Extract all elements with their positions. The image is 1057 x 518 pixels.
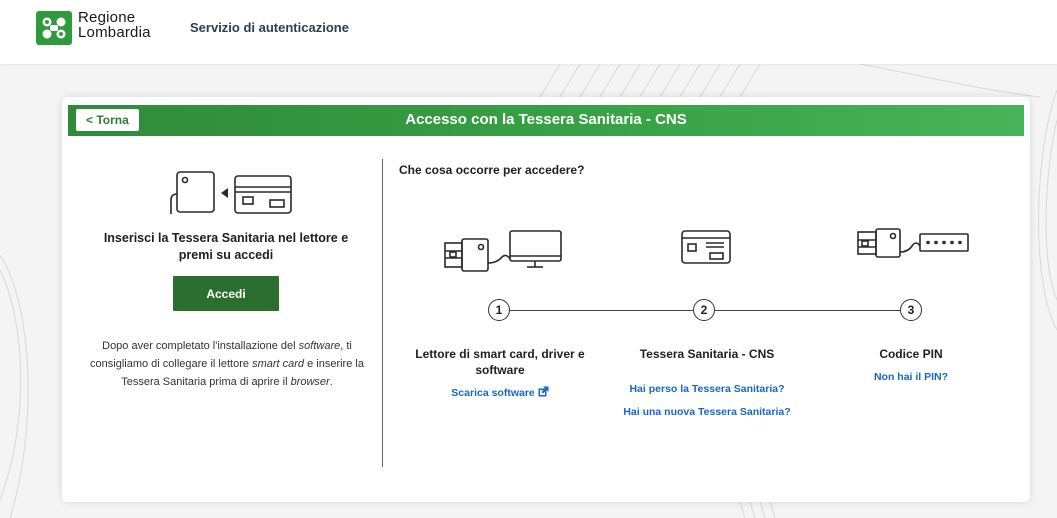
lost-card-link[interactable]: Hai perso la Tessera Sanitaria? bbox=[607, 383, 807, 395]
column-divider bbox=[382, 159, 383, 467]
external-link-icon bbox=[538, 386, 549, 397]
requirements-title: Che cosa occorre per accedere? bbox=[399, 163, 585, 177]
pin-reader-icon bbox=[857, 228, 969, 258]
card-header-bar: < Torna Accesso con la Tessera Sanitaria… bbox=[68, 105, 1024, 136]
step-2-name: Tessera Sanitaria - CNS bbox=[639, 347, 775, 361]
computer-reader-icon bbox=[444, 230, 562, 272]
card-title: Accesso con la Tessera Sanitaria - CNS bbox=[405, 111, 687, 128]
no-pin-link[interactable]: Non hai il PIN? bbox=[852, 371, 970, 383]
insert-card-panel: Inserisci la Tessera Sanitaria nel letto… bbox=[62, 147, 382, 487]
logo-text: Regione Lombardia bbox=[78, 10, 151, 41]
service-name: Servizio di autenticazione bbox=[190, 20, 349, 35]
accedi-button[interactable]: Accedi bbox=[173, 276, 279, 311]
new-card-link[interactable]: Hai una nuova Tessera Sanitaria? bbox=[607, 406, 807, 418]
health-card-icon bbox=[681, 230, 731, 264]
insert-card-title: Inserisci la Tessera Sanitaria nel letto… bbox=[103, 231, 349, 262]
site-header: Regione Lombardia Servizio di autenticaz… bbox=[0, 0, 1057, 64]
step-3-number: 3 bbox=[900, 299, 922, 321]
step-1-number: 1 bbox=[488, 299, 510, 321]
download-software-link[interactable]: Scarica software bbox=[437, 386, 563, 399]
logo-icon[interactable] bbox=[36, 11, 72, 45]
step-2-number: 2 bbox=[693, 299, 715, 321]
access-card: < Torna Accesso con la Tessera Sanitaria… bbox=[62, 97, 1030, 502]
step-3-name: Codice PIN bbox=[879, 347, 943, 361]
logo-line-2: Lombardia bbox=[78, 24, 151, 41]
step-1-name: Lettore di smart card, driver e software bbox=[415, 347, 585, 377]
installation-note: Dopo aver completato l'installazione del… bbox=[90, 340, 364, 388]
card-reader-icon bbox=[170, 171, 292, 214]
